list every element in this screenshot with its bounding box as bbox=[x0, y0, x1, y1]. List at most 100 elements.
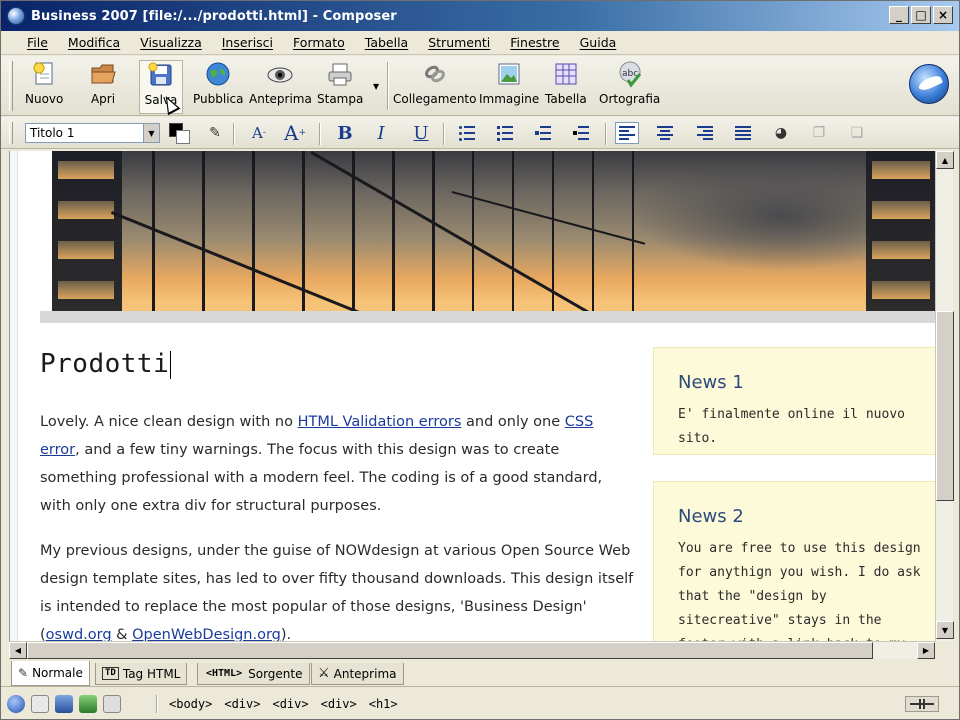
menu-visualizza[interactable]: Visualizza bbox=[140, 35, 202, 50]
highlight-pencil-icon[interactable]: ✎ bbox=[203, 122, 227, 144]
bring-forward-icon[interactable]: ❐ bbox=[807, 122, 831, 144]
address-book-icon[interactable] bbox=[55, 695, 73, 713]
italic-button[interactable]: I bbox=[369, 122, 393, 144]
publish-button[interactable]: Pubblica bbox=[193, 60, 243, 114]
bold-button[interactable]: B bbox=[333, 122, 357, 144]
table-label: Tabella bbox=[545, 92, 587, 106]
breadcrumb-tag[interactable]: <body> bbox=[169, 697, 212, 711]
tab-normale[interactable]: ✎ Normale bbox=[11, 661, 90, 686]
maximize-button[interactable]: □ bbox=[911, 6, 931, 24]
menu-formato[interactable]: Formato bbox=[293, 35, 345, 50]
bullet-list-icon bbox=[459, 126, 475, 141]
scroll-down-arrow-icon[interactable]: ▼ bbox=[936, 621, 954, 639]
align-right-icon bbox=[697, 126, 713, 140]
paragraph-style-select[interactable]: Titolo 1 ▼ bbox=[25, 123, 160, 143]
decrease-font-size-icon[interactable]: A- bbox=[247, 122, 271, 144]
vertical-scrollbar[interactable]: ▲ ▼ bbox=[935, 151, 954, 641]
page-left-margin bbox=[10, 151, 18, 641]
window-title: Business 2007 [file:/.../prodotti.html] … bbox=[31, 8, 397, 24]
menu-strumenti[interactable]: Strumenti bbox=[428, 35, 490, 50]
send-backward-icon[interactable]: ❏ bbox=[845, 122, 869, 144]
justify-button[interactable] bbox=[731, 122, 755, 144]
scroll-up-arrow-icon[interactable]: ▲ bbox=[936, 151, 954, 169]
scroll-right-arrow-icon[interactable]: ▶ bbox=[917, 642, 935, 659]
breadcrumb-tag[interactable]: <h1> bbox=[369, 697, 398, 711]
horizontal-scrollbar[interactable]: ◀ ▶ bbox=[9, 641, 935, 659]
table-button[interactable]: Tabella bbox=[545, 60, 587, 114]
outdent-button[interactable] bbox=[531, 122, 555, 144]
menu-modifica[interactable]: Modifica bbox=[68, 35, 120, 50]
scroll-left-arrow-icon[interactable]: ◀ bbox=[9, 642, 27, 659]
print-dropdown-arrow-icon[interactable]: ▼ bbox=[373, 82, 379, 91]
breadcrumb-tag[interactable]: <div> bbox=[272, 697, 308, 711]
minimize-button[interactable]: _ bbox=[889, 6, 909, 24]
news-box[interactable]: News 2 You are free to use this design f… bbox=[653, 481, 935, 641]
page-heading[interactable]: Prodotti bbox=[40, 349, 172, 379]
banner-mullion bbox=[202, 151, 205, 311]
tab-tag-html[interactable]: TD Tag HTML bbox=[95, 663, 188, 685]
openwebdesign-link[interactable]: OpenWebDesign.org bbox=[132, 627, 281, 641]
open-button[interactable]: Apri bbox=[89, 60, 117, 114]
open-label: Apri bbox=[90, 92, 116, 106]
tab-anteprima[interactable]: ⚔ Anteprima bbox=[311, 663, 404, 685]
bullet-list-button[interactable] bbox=[455, 122, 479, 144]
toolbar-grip[interactable] bbox=[9, 61, 13, 111]
breadcrumb-tag[interactable]: <div> bbox=[224, 697, 260, 711]
print-button[interactable]: Stampa bbox=[317, 60, 363, 114]
preview-button[interactable]: Anteprima bbox=[249, 60, 312, 114]
table-icon bbox=[552, 60, 580, 88]
banner-mullion bbox=[592, 151, 594, 311]
image-label: Immagine bbox=[479, 92, 540, 106]
title-bar[interactable]: Business 2007 [file:/.../prodotti.html] … bbox=[1, 1, 959, 31]
history-paragraph[interactable]: My previous designs, under the guise of … bbox=[40, 537, 635, 641]
chat-icon[interactable] bbox=[103, 695, 121, 713]
intro-paragraph[interactable]: Lovely. A nice clean design with no HTML… bbox=[40, 408, 635, 520]
app-icon[interactable] bbox=[7, 7, 25, 25]
vertical-scroll-thumb[interactable] bbox=[936, 311, 954, 501]
tab-sorgente[interactable]: <HTML> Sorgente bbox=[197, 663, 310, 685]
breadcrumb-tag[interactable]: <div> bbox=[321, 697, 357, 711]
para1-text: , and a few tiny warnings. The focus wit… bbox=[40, 442, 603, 514]
html-validation-link[interactable]: HTML Validation errors bbox=[298, 414, 462, 430]
align-center-button[interactable] bbox=[653, 122, 677, 144]
menu-tabella[interactable]: Tabella bbox=[365, 35, 408, 50]
composer-icon[interactable] bbox=[79, 695, 97, 713]
menu-inserisci[interactable]: Inserisci bbox=[222, 35, 273, 50]
new-button[interactable]: Nuovo bbox=[25, 60, 63, 114]
format-toolbar-grip[interactable] bbox=[9, 122, 13, 144]
news-body: E' finalmente online il nuovo sito. bbox=[678, 407, 905, 446]
pencil-icon: ✎ bbox=[18, 666, 29, 680]
spellcheck-button[interactable]: abc Ortografia bbox=[599, 60, 660, 114]
menu-file[interactable]: File bbox=[27, 35, 48, 50]
text-color-picker[interactable] bbox=[169, 123, 191, 145]
editor-canvas[interactable]: Prodotti Lovely. A nice clean design wit… bbox=[9, 151, 935, 641]
oswd-link[interactable]: oswd.org bbox=[46, 627, 112, 641]
absolute-position-icon[interactable]: ◕ bbox=[769, 122, 793, 144]
print-icon bbox=[326, 60, 354, 88]
background-color-swatch[interactable] bbox=[176, 130, 190, 144]
horizontal-scroll-thumb[interactable] bbox=[27, 642, 873, 659]
numbered-list-button[interactable] bbox=[493, 122, 517, 144]
close-button[interactable]: × bbox=[933, 6, 953, 24]
align-left-button[interactable] bbox=[615, 122, 639, 144]
indent-button[interactable] bbox=[569, 122, 593, 144]
menu-finestre[interactable]: Finestre bbox=[510, 35, 559, 50]
chevron-down-icon[interactable]: ▼ bbox=[143, 124, 159, 142]
underline-button[interactable]: U bbox=[409, 122, 433, 144]
menu-guida[interactable]: Guida bbox=[580, 35, 617, 50]
mail-icon[interactable] bbox=[31, 695, 49, 713]
online-status-icon[interactable] bbox=[905, 696, 939, 712]
throbber-logo-icon[interactable] bbox=[909, 64, 949, 104]
banner-mullion bbox=[432, 151, 435, 311]
link-button[interactable]: Collegamento bbox=[393, 60, 476, 114]
header-banner-image bbox=[52, 151, 935, 311]
align-right-button[interactable] bbox=[693, 122, 717, 144]
increase-font-size-icon[interactable]: A + bbox=[283, 121, 307, 145]
news-title: News 2 bbox=[678, 506, 744, 527]
composer-window: Business 2007 [file:/.../prodotti.html] … bbox=[0, 0, 960, 720]
news-box[interactable]: News 1 E' finalmente online il nuovo sit… bbox=[653, 347, 935, 455]
composition-toolbar: Nuovo Apri Salva Pubblica Anteprima Stam… bbox=[1, 56, 959, 116]
banner-mullion bbox=[472, 151, 474, 311]
image-button[interactable]: Immagine bbox=[479, 60, 539, 114]
browser-globe-icon[interactable] bbox=[7, 695, 25, 713]
